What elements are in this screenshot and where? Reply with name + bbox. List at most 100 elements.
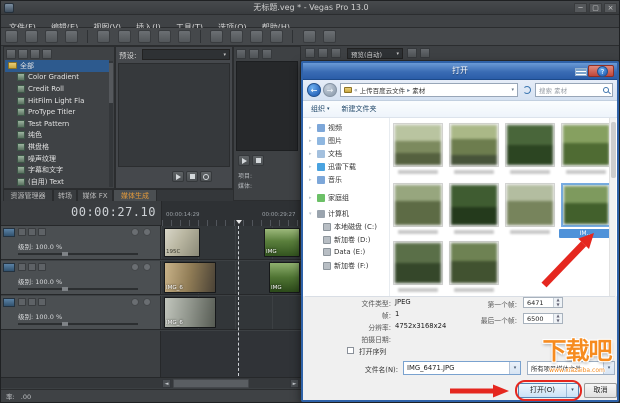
level-slider[interactable]	[18, 253, 138, 255]
auto-ripple-icon[interactable]	[230, 30, 243, 43]
breadcrumb-overflow-icon[interactable]: «	[354, 87, 358, 94]
scroll-thumb[interactable]	[173, 379, 249, 388]
fx-icon[interactable]	[28, 228, 36, 236]
file-thumbnail[interactable]	[393, 241, 443, 285]
tree-item-solid-color[interactable]: 纯色	[5, 130, 109, 142]
collapse-icon[interactable]: ▾	[309, 211, 314, 217]
sidebar-item-drive-c[interactable]: 本地磁盘 (C:)	[323, 222, 377, 232]
breadcrumb-root[interactable]: 上传百度云文件	[360, 85, 406, 95]
preview-quality-dropdown[interactable]: 预览(自动)▾	[347, 48, 403, 59]
tree-item-titles-text[interactable]: 字幕和文字	[5, 164, 109, 176]
trimmer-icon-3[interactable]	[262, 49, 272, 59]
save-icon[interactable]	[45, 30, 58, 43]
refresh-icon[interactable]	[42, 49, 52, 59]
ignore-grouping-icon[interactable]	[270, 30, 283, 43]
snapping-icon[interactable]	[210, 30, 223, 43]
expand-icon[interactable]: ▸	[309, 125, 314, 131]
expand-icon[interactable]: ▸	[309, 164, 314, 170]
timeline-clip[interactable]: IMG_6	[164, 297, 216, 328]
preset-combobox[interactable]: ▾	[142, 49, 230, 60]
timeline-clip[interactable]: IMG	[269, 262, 300, 293]
organize-button[interactable]: 组织 ▾	[311, 104, 330, 114]
scroll-left-icon[interactable]: ◄	[162, 379, 171, 388]
bus-icon[interactable]	[18, 298, 26, 306]
forward-icon[interactable]: →	[323, 83, 337, 97]
tree-item-hitfilm-light[interactable]: HitFilm Light Fla	[5, 95, 109, 107]
level-value[interactable]: 100.0 %	[35, 278, 62, 286]
fx-icon[interactable]	[28, 298, 36, 306]
preview-icon-2[interactable]	[318, 48, 328, 58]
automation-icon[interactable]	[38, 263, 46, 271]
sidebar-item-pictures[interactable]: ▸ 图片	[309, 136, 342, 146]
level-slider[interactable]	[18, 288, 138, 290]
play-button[interactable]	[172, 171, 184, 182]
track-content-3[interactable]: IMG_6	[161, 296, 301, 330]
project-properties-icon[interactable]	[65, 30, 78, 43]
help-icon[interactable]: ?	[597, 66, 608, 77]
cut-icon[interactable]	[97, 30, 110, 43]
open-project-icon[interactable]	[25, 30, 38, 43]
cursor-marker-icon[interactable]	[236, 220, 242, 224]
chevron-down-icon[interactable]: ▾	[509, 362, 520, 374]
address-dropdown-icon[interactable]: ▾	[511, 87, 514, 93]
tree-item-test-pattern[interactable]: Test Pattern	[5, 118, 109, 130]
file-thumbnail[interactable]	[449, 183, 499, 227]
loop-button[interactable]	[200, 171, 212, 182]
sidebar-item-thunder-downloads[interactable]: ▸ 迅雷下载	[309, 162, 356, 172]
track-header-2[interactable]: 级别: 100.0 %	[1, 261, 161, 295]
file-thumbnail[interactable]	[393, 183, 443, 227]
folder-up-icon[interactable]	[18, 49, 28, 59]
sidebar-item-videos[interactable]: ▸ 视频	[309, 123, 342, 133]
scroll-right-icon[interactable]: ►	[290, 379, 299, 388]
sidebar-item-drive-f[interactable]: 新加卷 (F:)	[323, 261, 369, 271]
trimmer-icon-2[interactable]	[249, 49, 259, 59]
new-project-icon[interactable]	[5, 30, 18, 43]
first-frame-input[interactable]: 6471 ▲▼	[523, 297, 563, 308]
file-list-scrollbar[interactable]	[609, 118, 616, 296]
preview-icon-5[interactable]	[420, 48, 430, 58]
file-thumbnail[interactable]	[505, 123, 555, 167]
filename-input[interactable]: IMG_6471.JPG ▾	[403, 361, 521, 375]
open-sequence-checkbox[interactable]	[347, 347, 354, 354]
preset-list[interactable]	[118, 63, 230, 167]
sidebar-item-computer[interactable]: ▾ 计算机	[309, 209, 349, 219]
track-header-1[interactable]: 级别: 100.0 %	[1, 226, 161, 260]
level-value[interactable]: 100.0 %	[35, 313, 62, 321]
tab-media-generators[interactable]: 媒体生成	[113, 189, 157, 201]
expand-icon[interactable]: ▸	[309, 195, 314, 201]
tree-item-custom-text[interactable]: (自用) Text	[5, 176, 109, 188]
solo-icon[interactable]	[143, 228, 151, 236]
timeline-clip[interactable]: IMG_6	[164, 262, 216, 293]
expand-icon[interactable]: ▸	[309, 151, 314, 157]
copy-icon[interactable]	[118, 30, 131, 43]
file-thumbnail[interactable]	[561, 123, 611, 167]
cancel-button[interactable]: 取消	[584, 383, 617, 398]
timeline-clip[interactable]: IMG	[264, 228, 300, 257]
automation-icon[interactable]	[38, 228, 46, 236]
paste-icon[interactable]	[138, 30, 151, 43]
sidebar-item-music[interactable]: ▸ 音乐	[309, 175, 342, 185]
trimmer-play-button[interactable]	[238, 155, 250, 166]
solo-icon[interactable]	[143, 263, 151, 271]
normal-edit-tool-icon[interactable]	[303, 30, 316, 43]
preview-icon-3[interactable]	[331, 48, 341, 58]
file-thumbnail[interactable]	[505, 183, 555, 227]
change-view-icon[interactable]	[575, 68, 587, 76]
trimmer-icon-1[interactable]	[236, 49, 246, 59]
refresh-icon[interactable]	[523, 86, 531, 94]
mute-icon[interactable]	[131, 263, 139, 271]
chevron-down-icon[interactable]: ▾	[603, 362, 614, 374]
new-folder-button[interactable]: 新建文件夹	[342, 104, 377, 114]
tree-item-color-gradient[interactable]: Color Gradient	[5, 72, 109, 84]
spin-down-icon[interactable]: ▼	[554, 303, 562, 308]
timeline-empty-area[interactable]	[161, 331, 301, 377]
fx-icon[interactable]	[28, 263, 36, 271]
timeline-clip[interactable]: 195C	[164, 228, 200, 257]
track-content-1[interactable]: 195C IMG	[161, 226, 301, 260]
mute-icon[interactable]	[131, 228, 139, 236]
star-icon[interactable]	[6, 49, 16, 59]
maximize-icon[interactable]: ▢	[589, 3, 602, 13]
track-header-3[interactable]: 级别: 100.0 %	[1, 296, 161, 330]
last-frame-input[interactable]: 6500 ▲▼	[523, 313, 563, 324]
file-thumbnail[interactable]	[449, 241, 499, 285]
